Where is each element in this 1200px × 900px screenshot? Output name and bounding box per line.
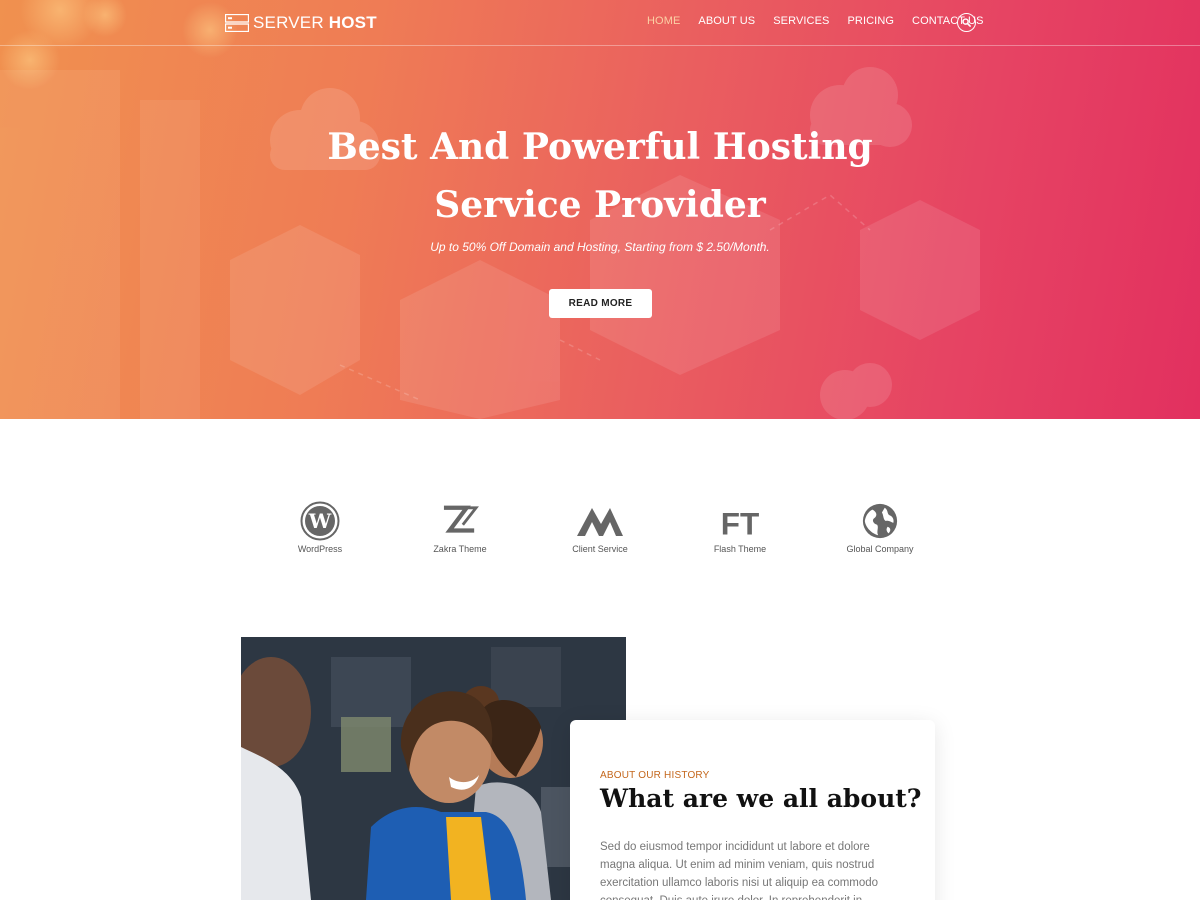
hero-title: Best And Powerful Hosting Service Provid… xyxy=(300,118,900,234)
client-label: Flash Theme xyxy=(713,544,767,554)
ft-logo-icon: FT xyxy=(721,505,759,537)
about-text: Sed do eiusmod tempor incididunt ut labo… xyxy=(600,841,879,900)
about-title: What are we all about? xyxy=(600,784,922,813)
main-nav: HOME ABOUT US SERVICES PRICING CONTACT U… xyxy=(647,15,1002,27)
zakra-logo-icon xyxy=(443,505,479,533)
read-more-button[interactable]: READ MORE xyxy=(549,289,652,318)
client-client-service[interactable]: Client Service xyxy=(540,500,660,554)
server-logo-icon xyxy=(225,14,249,32)
globe-icon xyxy=(862,503,898,539)
nav-pricing[interactable]: PRICING xyxy=(847,15,894,27)
hero-banner: SERVER HOST HOME ABOUT US SERVICES PRICI… xyxy=(0,0,1200,419)
search-button[interactable] xyxy=(957,13,976,32)
about-card: ABOUT OUR HISTORY What are we all about?… xyxy=(570,720,935,900)
nav-home[interactable]: HOME xyxy=(647,15,680,27)
team-photo xyxy=(241,637,626,900)
client-label: Client Service xyxy=(572,544,628,554)
team-photo-illustration xyxy=(241,637,626,900)
client-label: Global Company xyxy=(846,544,914,554)
hero-subtitle: Up to 50% Off Domain and Hosting, Starti… xyxy=(430,240,770,254)
header-divider xyxy=(0,45,1200,46)
client-wordpress[interactable]: W WordPress xyxy=(260,500,380,554)
wordpress-icon: W xyxy=(300,501,340,541)
client-global-company[interactable]: Global Company xyxy=(820,500,940,554)
svg-text:W: W xyxy=(308,509,332,533)
hero-title-line-1: Best And Powerful Hosting xyxy=(327,126,873,168)
site-logo[interactable]: SERVER HOST xyxy=(225,13,377,33)
nav-about-us[interactable]: ABOUT US xyxy=(698,15,755,27)
search-icon xyxy=(962,18,971,27)
svg-text:FT: FT xyxy=(721,505,759,537)
client-label: Zakra Theme xyxy=(433,544,487,554)
mountain-logo-icon xyxy=(577,508,623,536)
logo-text-light: SERVER xyxy=(253,13,324,32)
nav-services[interactable]: SERVICES xyxy=(773,15,829,27)
client-label: WordPress xyxy=(297,544,343,554)
logo-text-bold: HOST xyxy=(328,13,377,32)
about-eyebrow: ABOUT OUR HISTORY xyxy=(600,770,710,781)
client-flash-theme[interactable]: FT Flash Theme xyxy=(680,500,800,554)
hero-title-line-2: Service Provider xyxy=(434,184,766,226)
client-zakra-theme[interactable]: Zakra Theme xyxy=(400,500,520,554)
